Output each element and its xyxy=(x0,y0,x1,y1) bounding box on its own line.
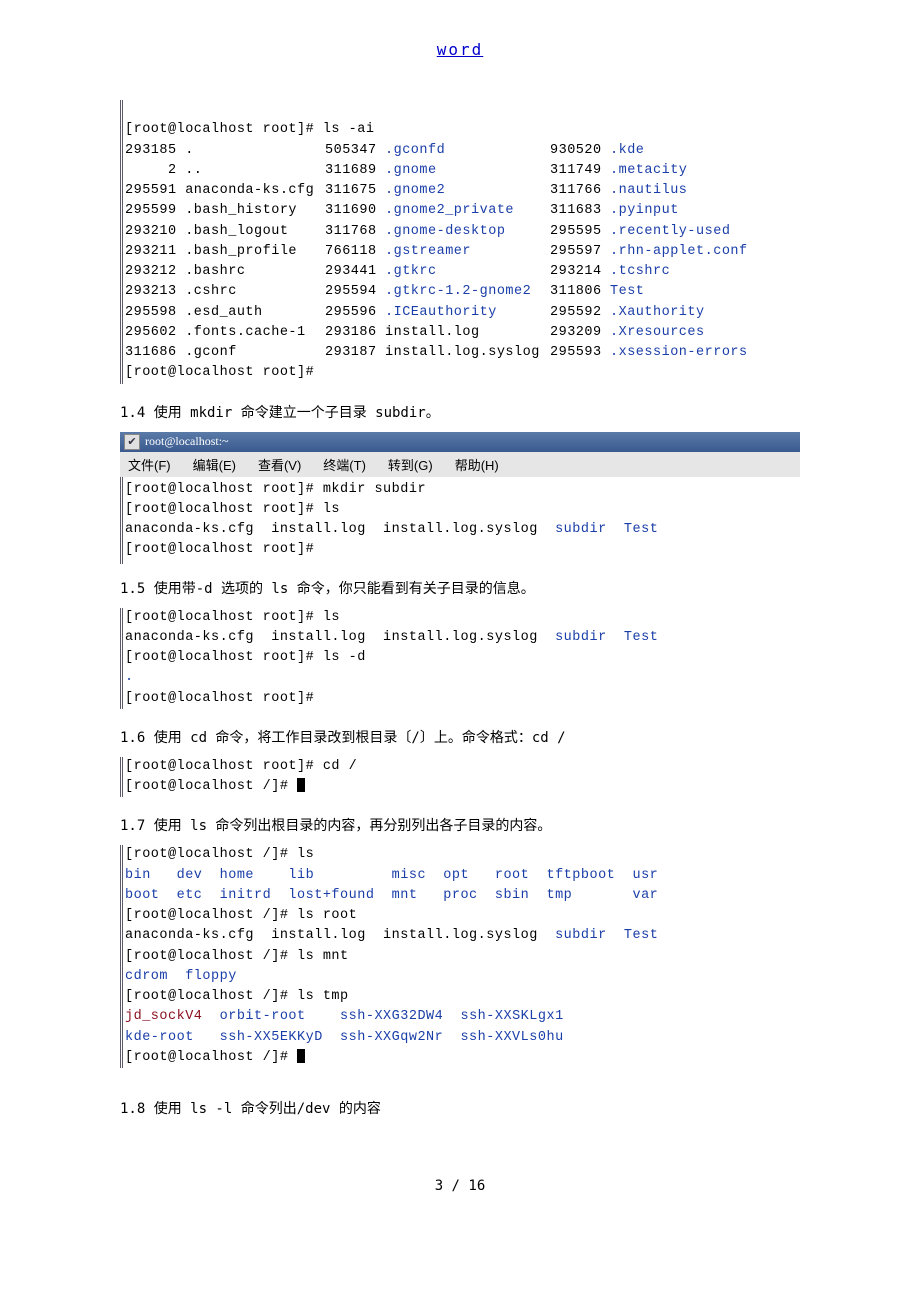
section-1-6-title: 1.6 使用 cd 命令，将工作目录改到根目录〔/〕上。命令格式：cd / xyxy=(120,727,800,747)
menu-bar: 文件(F) 编辑(E) 查看(V) 终端(T) 转到(G) 帮助(H) xyxy=(120,452,800,477)
row: 293185 .505347.gconfd930520.kde xyxy=(125,143,644,158)
terminal-body[interactable]: [root@localhost root]# mkdir subdir [roo… xyxy=(120,477,800,564)
page-number: 3 / 16 xyxy=(120,1178,800,1194)
row: 295602 .fonts.cache-1293186install.log29… xyxy=(125,325,705,340)
prompt: [root@localhost root]# ls -ai xyxy=(125,122,374,137)
row: 311686 .gconf293187install.log.syslog295… xyxy=(125,345,748,360)
menu-file[interactable]: 文件(F) xyxy=(128,455,171,474)
row: 293211 .bash_profile766118.gstreamer2955… xyxy=(125,244,748,259)
ls-ai-output: [root@localhost root]# ls -ai 293185 .50… xyxy=(120,100,800,384)
menu-view[interactable]: 查看(V) xyxy=(258,455,301,474)
menu-terminal[interactable]: 终端(T) xyxy=(323,455,366,474)
section-1-5-title: 1.5 使用带-d 选项的 ls 命令，你只能看到有关子目录的信息。 xyxy=(120,578,800,598)
window-title: root@localhost:~ xyxy=(145,434,229,449)
header-link: word xyxy=(120,40,800,60)
cd-output: [root@localhost root]# cd / [root@localh… xyxy=(120,757,800,798)
row: 2 ..311689.gnome311749.metacity xyxy=(125,163,687,178)
row: 295598 .esd_auth295596.ICEauthority29559… xyxy=(125,305,705,320)
ls-root-output: [root@localhost /]# ls bin dev home lib … xyxy=(120,845,800,1068)
row: 295599 .bash_history311690.gnome2_privat… xyxy=(125,203,679,218)
row: 293212 .bashrc293441.gtkrc293214.tcshrc xyxy=(125,264,670,279)
prompt: [root@localhost root]# xyxy=(125,365,314,380)
section-1-4-title: 1.4 使用 mkdir 命令建立一个子目录 subdir。 xyxy=(120,402,800,422)
menu-go[interactable]: 转到(G) xyxy=(388,455,433,474)
terminal-window: ✔ root@localhost:~ 文件(F) 编辑(E) 查看(V) 终端(… xyxy=(120,432,800,564)
row: 293213 .cshrc295594.gtkrc-1.2-gnome23118… xyxy=(125,284,644,299)
window-titlebar[interactable]: ✔ root@localhost:~ xyxy=(120,432,800,452)
row: 295591 anaconda-ks.cfg311675.gnome231176… xyxy=(125,183,687,198)
word-link[interactable]: word xyxy=(437,40,484,59)
section-1-8-title: 1.8 使用 ls -l 命令列出/dev 的内容 xyxy=(120,1098,800,1118)
row: 293210 .bash_logout311768.gnome-desktop2… xyxy=(125,224,730,239)
menu-edit[interactable]: 编辑(E) xyxy=(193,455,236,474)
menu-help[interactable]: 帮助(H) xyxy=(455,455,499,474)
ls-d-output: [root@localhost root]# ls anaconda-ks.cf… xyxy=(120,608,800,709)
section-1-7-title: 1.7 使用 ls 命令列出根目录的内容，再分别列出各子目录的内容。 xyxy=(120,815,800,835)
window-menu-icon[interactable]: ✔ xyxy=(124,434,140,450)
